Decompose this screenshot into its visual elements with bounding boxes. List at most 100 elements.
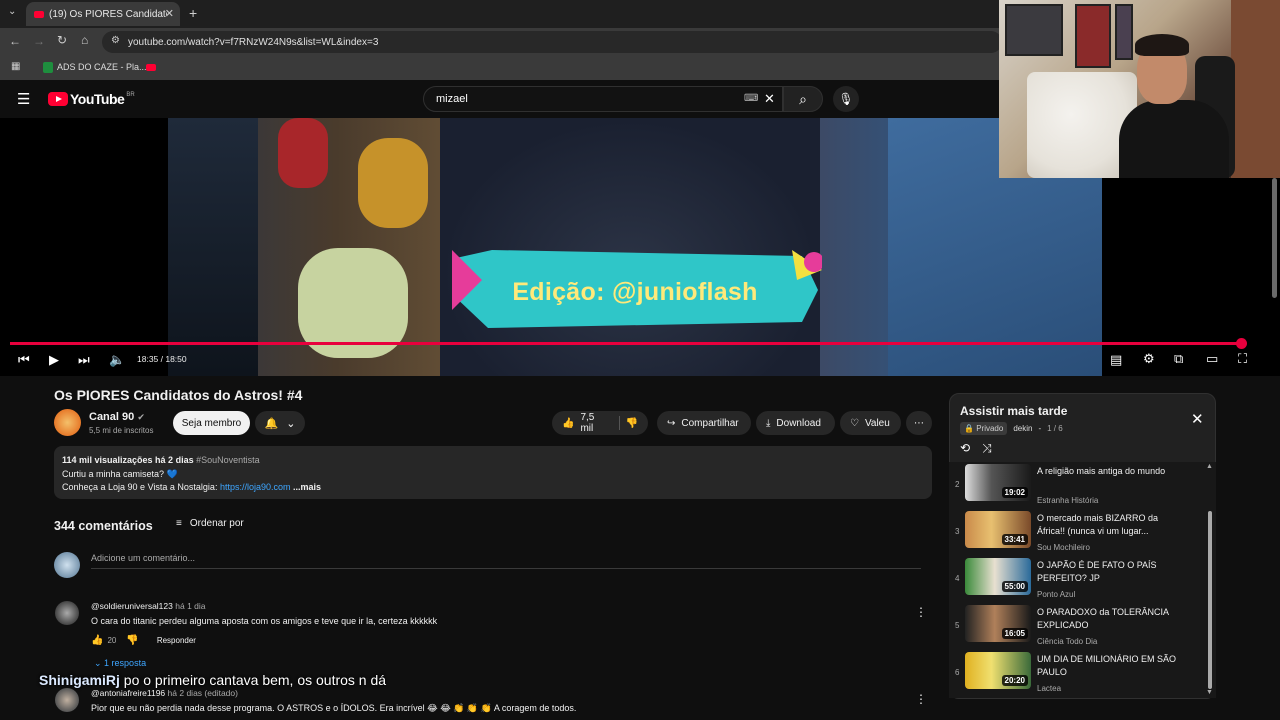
like-button[interactable]: 👍 7,5 mil 👎 — [552, 411, 648, 435]
playlist-title[interactable]: Assistir mais tarde — [960, 404, 1067, 418]
region-code: BR — [126, 92, 135, 98]
fullscreen-icon[interactable]: ⛶ — [1238, 351, 1247, 367]
loop-icon[interactable]: ⟲ — [960, 441, 970, 456]
video-thumbnail: 55:00 — [965, 558, 1031, 595]
hashtag-link[interactable]: #SouNoventista — [196, 455, 260, 465]
new-tab-icon[interactable]: + — [189, 5, 197, 21]
comment-text: O cara do titanic perdeu alguma aposta c… — [91, 616, 438, 626]
miniplayer-icon[interactable]: ⧉ — [1174, 351, 1183, 367]
home-icon[interactable]: ⌂ — [81, 33, 88, 47]
apps-grid-icon[interactable]: ▦ — [11, 61, 20, 72]
play-icon[interactable]: ▶ — [49, 352, 59, 368]
comment-menu-icon[interactable]: ⋮ — [915, 605, 927, 619]
comment-author[interactable]: @antoniafreire1196 — [91, 688, 165, 698]
theater-mode-icon[interactable]: ▭ — [1206, 351, 1218, 367]
playlist-item[interactable]: 4 55:00 O JAPÃO É DE FATO O PAÍS PERFEIT… — [949, 556, 1205, 602]
playlist-item-channel: Lactea — [1037, 684, 1062, 693]
thanks-button[interactable]: ♡ Valeu — [840, 411, 901, 435]
description-line-3: Conheça a Loja 90 e Vista a Nostalgia: h… — [62, 481, 924, 495]
playlist-owner[interactable]: dekin — [1013, 424, 1032, 433]
download-button[interactable]: ⤓ Download — [756, 411, 835, 435]
comment-avatar[interactable] — [55, 601, 79, 625]
bookmark-ads-do-caze[interactable]: ADS DO CAZE - Pla... — [57, 62, 147, 72]
channel-avatar[interactable] — [54, 409, 81, 436]
tab-close-icon[interactable]: ✕ — [165, 7, 174, 20]
progress-bar[interactable] — [10, 338, 1247, 349]
share-button[interactable]: ↪ Compartilhar — [657, 411, 751, 435]
video-thumbnail: 19:02 — [965, 464, 1031, 501]
search-icon: ⌕ — [799, 90, 807, 107]
add-comment-input[interactable]: Adicione um comentário... — [91, 553, 921, 569]
scroll-up-icon[interactable]: ▲ — [1206, 463, 1213, 470]
playlist-item-index: 4 — [955, 574, 960, 583]
reply-button[interactable]: Responder — [157, 636, 196, 645]
description-box[interactable]: 114 mil visualizações há 2 dias #SouNove… — [54, 446, 932, 499]
forward-icon[interactable]: → — [33, 34, 45, 48]
settings-icon[interactable]: ⚙ — [1143, 351, 1155, 367]
comment-dislike-icon[interactable]: 👎 — [126, 635, 138, 646]
youtube-play-icon — [48, 92, 68, 106]
poster-1 — [1005, 4, 1063, 56]
sort-button[interactable]: ≡ Ordenar por — [176, 518, 244, 529]
search-button[interactable]: ⌕ — [783, 86, 823, 112]
toy-yellow — [358, 138, 428, 228]
more-actions-button[interactable]: ⋯ — [906, 411, 932, 435]
playlist-item[interactable]: 5 16:05 O PARADOXO da TOLERÂNCIA EXPLICA… — [949, 603, 1205, 649]
playlist-item-index: 6 — [955, 668, 960, 677]
toy-red — [278, 118, 328, 188]
comment-time[interactable]: há 1 dia — [175, 601, 205, 611]
privacy-label: Privado — [976, 424, 1004, 433]
playlist-position: 1 / 6 — [1047, 424, 1063, 433]
channel-name-text: Canal 90 — [89, 411, 135, 423]
toy-left — [168, 118, 258, 376]
youtube-logo[interactable]: YouTube BR — [48, 91, 135, 107]
thumbs-down-icon[interactable]: 👎 — [626, 418, 638, 429]
notification-button[interactable]: 🔔 ⌄ — [255, 411, 305, 435]
video-thumbnail: 20:20 — [965, 652, 1031, 689]
clear-search-icon[interactable]: ✕ — [764, 91, 775, 107]
shuffle-icon[interactable]: ⤨ — [982, 441, 992, 456]
channel-name[interactable]: Canal 90 ✔ — [89, 411, 145, 423]
playlist-item-channel: Estranha História — [1037, 496, 1099, 505]
reload-icon[interactable]: ↻ — [57, 33, 67, 47]
voice-search-button[interactable]: 🎙 — [833, 86, 859, 112]
search-input[interactable]: mizael ⌨ ✕ — [423, 86, 783, 112]
thanks-label: Valeu — [864, 417, 890, 429]
playlist-scrollbar[interactable] — [1208, 511, 1212, 689]
playlist-item[interactable]: 6 20:20 UM DIA DE MILIONÁRIO EM SÃO PAUL… — [949, 650, 1205, 696]
sheets-bookmark-icon — [43, 62, 53, 73]
browser-tab[interactable]: (19) Os PIORES Candidatos do Astros! ✕ — [26, 2, 180, 26]
view-replies-button[interactable]: ⌄ 1 resposta — [94, 658, 146, 669]
comment-time[interactable]: há 2 dias (editado) — [168, 688, 238, 698]
show-more-link[interactable]: ...mais — [293, 482, 321, 492]
join-button[interactable]: Seja membro — [173, 411, 250, 435]
address-bar[interactable]: ⚙ youtube.com/watch?v=f7RNzW24N9s&list=W… — [102, 31, 1002, 53]
comment-avatar[interactable] — [55, 688, 79, 712]
menu-icon[interactable]: ☰ — [17, 90, 30, 108]
page-scrollbar[interactable] — [1272, 178, 1277, 298]
comment-like-icon[interactable]: 👍 — [91, 635, 103, 646]
close-icon[interactable]: ✕ — [1191, 410, 1204, 428]
scrubber-handle[interactable] — [1235, 338, 1247, 349]
keyboard-icon[interactable]: ⌨ — [744, 93, 758, 104]
comment-menu-icon[interactable]: ⋮ — [915, 692, 927, 706]
back-icon[interactable]: ← — [9, 34, 21, 48]
comment-author-line: @antoniafreire1196 há 2 dias (editado) — [91, 688, 238, 698]
previous-icon[interactable]: ⏮ — [18, 352, 30, 368]
site-info-icon[interactable]: ⚙ — [111, 35, 120, 46]
store-link[interactable]: https://loja90.com — [220, 482, 291, 492]
tab-list-icon[interactable]: ⌄ — [8, 6, 16, 17]
youtube-bookmark-icon[interactable] — [146, 64, 156, 71]
playlist-meta: 🔒 Privado dekin - 1 / 6 — [960, 422, 1063, 435]
volume-icon[interactable]: 🔈 — [109, 352, 125, 368]
playlist-item[interactable]: 3 33:41 O mercado mais BIZARRO da África… — [949, 509, 1205, 555]
comment-author[interactable]: @soldieruniversal123 — [91, 601, 173, 611]
scroll-down-icon[interactable]: ▼ — [1206, 689, 1213, 696]
next-icon[interactable]: ⏭ — [78, 352, 90, 368]
subtitles-icon[interactable]: ▤ — [1110, 352, 1122, 368]
youtube-favicon-icon — [34, 10, 44, 18]
playlist-item[interactable]: 2 19:02 A religião mais antiga do mundo … — [949, 462, 1205, 508]
video-duration: 20:20 — [1001, 675, 1028, 686]
video-duration: 33:41 — [1001, 534, 1028, 545]
download-icon: ⤓ — [766, 417, 771, 429]
